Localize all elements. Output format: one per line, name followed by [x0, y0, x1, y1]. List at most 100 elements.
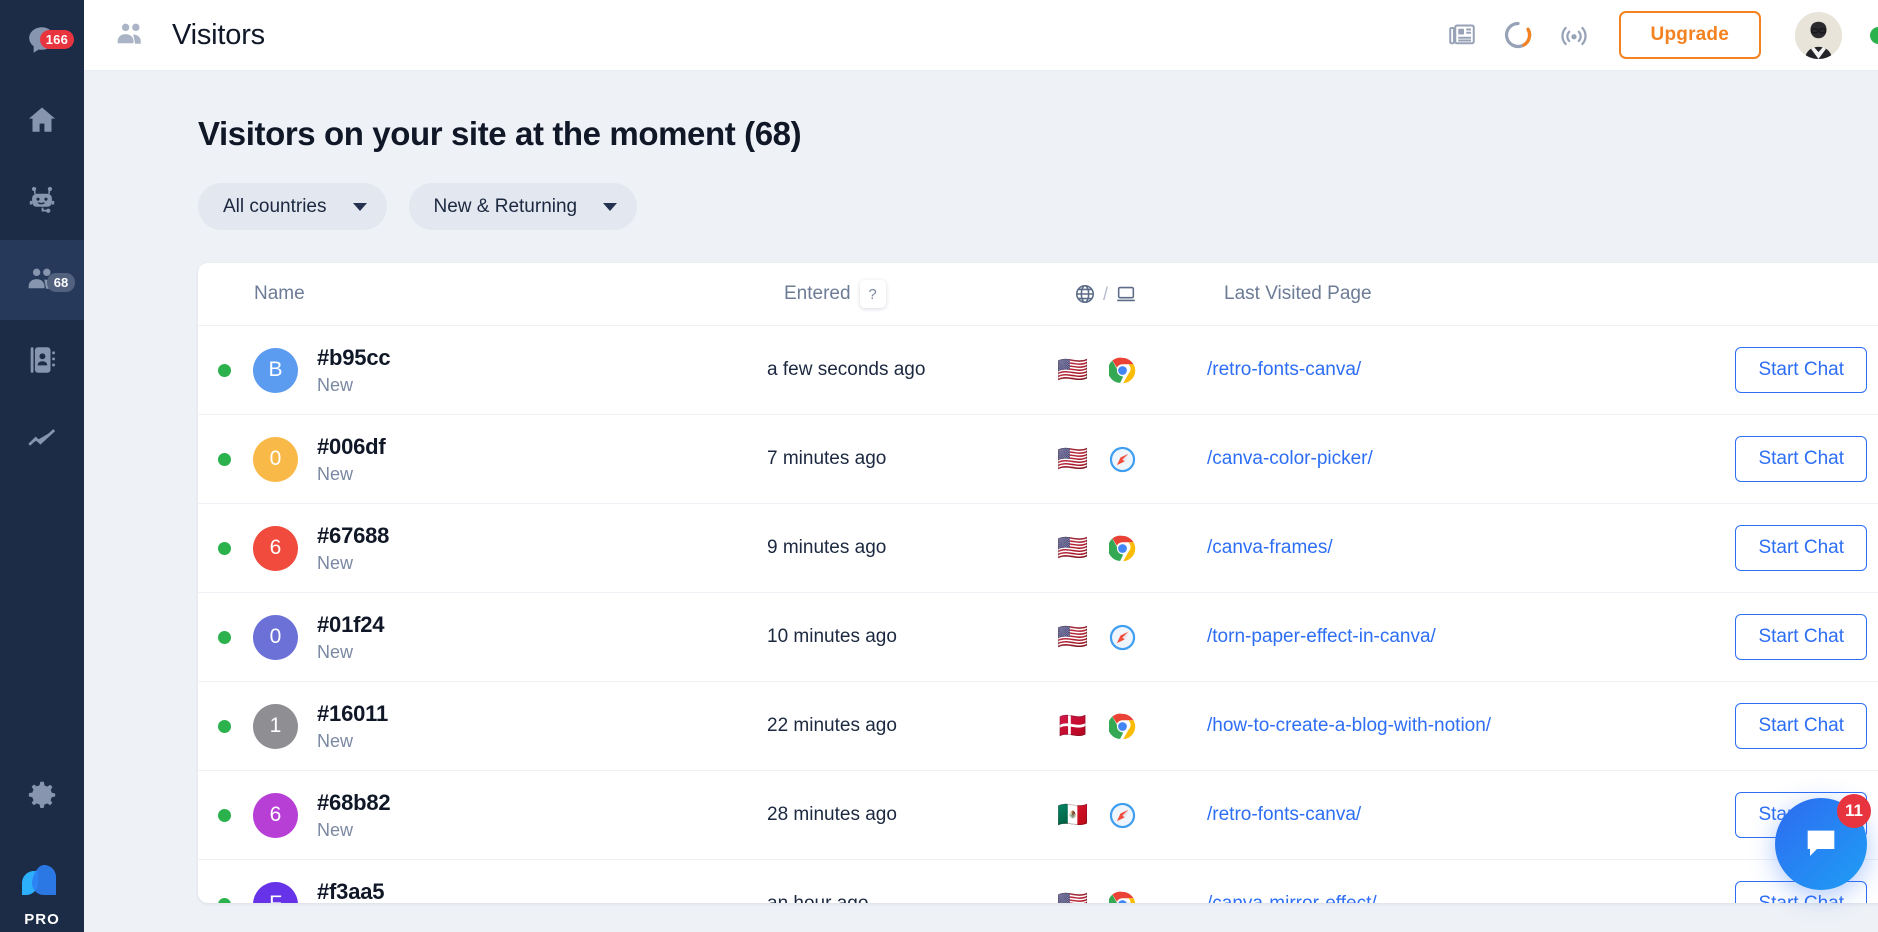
flag-us-icon: 🇺🇸: [1057, 355, 1089, 384]
headline: Visitors on your site at the moment (68): [198, 115, 802, 152]
chat-bubble-icon: [1807, 830, 1835, 856]
start-chat-button[interactable]: Start Chat: [1735, 347, 1867, 393]
visitor-online-dot: [218, 808, 231, 822]
avatar[interactable]: [1795, 11, 1842, 59]
visitor-geo-device: 🇲🇽: [1057, 802, 1207, 829]
visitor-entered: 28 minutes ago: [767, 804, 897, 825]
visitor-type-filter[interactable]: New & Returning: [408, 183, 638, 230]
visitor-entered: a few seconds ago: [767, 359, 926, 380]
visitor-type: New: [317, 819, 354, 840]
flag-us-icon: 🇺🇸: [1057, 533, 1089, 562]
sidebar-item-visitors[interactable]: 68: [0, 240, 84, 320]
safari-icon: [1109, 802, 1136, 828]
visitor-id: #67688: [317, 522, 390, 548]
sidebar: 166 68 PRO: [0, 0, 84, 932]
sidebar-item-chatbot[interactable]: [0, 160, 84, 240]
progress-ring-icon[interactable]: [1503, 20, 1533, 50]
visitor-type: New: [317, 374, 354, 395]
start-chat-button[interactable]: Start Chat: [1735, 614, 1867, 660]
sidebar-badge-chat: 166: [39, 30, 74, 49]
sidebar-item-home[interactable]: [0, 80, 84, 160]
live-signal-icon[interactable]: [1559, 20, 1589, 50]
tidio-logo-icon: [22, 865, 56, 895]
table-row[interactable]: 6 #68b82 New 28 minutes ago 🇲🇽 /retro-fonts-c…: [198, 770, 1878, 859]
chrome-icon: [1109, 713, 1136, 739]
flag-dk-icon: 🇩🇰: [1057, 711, 1089, 740]
contact-book-icon: [30, 347, 55, 373]
avatar-photo-icon: [1795, 11, 1842, 59]
flag-mx-icon: 🇲🇽: [1057, 800, 1089, 829]
country-filter-label: All countries: [223, 195, 327, 217]
safari-icon: [1109, 446, 1136, 472]
visitor-name-cell: #006df New: [317, 434, 767, 485]
safari-icon: [1109, 624, 1136, 650]
table-header: Name Entered ? / Last Visited Page: [198, 263, 1878, 325]
table-row[interactable]: 1 #16011 New 22 minutes ago 🇩🇰 /how-to-create…: [198, 681, 1878, 770]
visitor-last-page-link[interactable]: /how-to-create-a-blog-with-notion/: [1207, 715, 1735, 737]
visitor-name-cell: #01f24 New: [317, 612, 767, 663]
visitor-type: New: [317, 730, 354, 751]
visitor-id: #b95cc: [317, 344, 391, 370]
content: Visitors on your site at the moment (68)…: [84, 71, 1878, 932]
visitor-type: New: [317, 463, 354, 484]
app-root: 166 68 PRO Visitors Upgrade Visitors on …: [0, 0, 1878, 932]
visitors-table-card: Name Entered ? / Last Visited Page B #b9…: [198, 263, 1878, 903]
visitor-id: #f3aa5: [317, 878, 385, 904]
entered-help-icon[interactable]: ?: [859, 280, 886, 308]
chat-widget-badge: 11: [1837, 794, 1871, 828]
upgrade-button[interactable]: Upgrade: [1618, 11, 1761, 59]
main-area: Visitors Upgrade Visitors on your site a…: [84, 0, 1878, 932]
topbar: Visitors Upgrade: [84, 0, 1878, 71]
visitor-online-dot: [218, 897, 231, 903]
chat-widget-button[interactable]: 11: [1775, 794, 1871, 890]
visitor-id: #68b82: [317, 789, 391, 815]
visitor-avatar: 6: [253, 792, 298, 838]
visitor-last-page-link[interactable]: /torn-paper-effect-in-canva/: [1207, 626, 1735, 648]
visitor-entered: 10 minutes ago: [767, 626, 897, 647]
sidebar-bottom: PRO: [0, 755, 84, 932]
visitor-avatar: 0: [253, 614, 298, 660]
visitor-online-dot: [218, 719, 231, 733]
column-header-entered-label: Entered: [784, 283, 851, 304]
visitor-id: #01f24: [317, 611, 385, 637]
sidebar-item-chat[interactable]: 166: [0, 0, 84, 80]
table-row[interactable]: 0 #01f24 New 10 minutes ago 🇺🇸 /torn-paper-ef…: [198, 592, 1878, 681]
robot-icon: [29, 186, 55, 213]
table-row[interactable]: 0 #006df New 7 minutes ago 🇺🇸 /canva-color-pi…: [198, 414, 1878, 503]
monitor-icon: [1117, 286, 1135, 302]
page-title: Visitors: [172, 18, 265, 51]
visitor-type-filter-label: New & Returning: [433, 195, 578, 217]
sidebar-item-contacts[interactable]: [0, 320, 84, 400]
line-chart-icon: [28, 429, 56, 446]
visitor-name-cell: #f3aa5New: [317, 879, 767, 904]
visitor-last-page-link[interactable]: /canva-color-picker/: [1207, 448, 1735, 470]
table-row[interactable]: B #b95cc New a few seconds ago 🇺🇸 /retro-font…: [198, 325, 1878, 414]
visitor-last-page-link[interactable]: /retro-fonts-canva/: [1207, 804, 1735, 826]
flag-us-icon: 🇺🇸: [1057, 891, 1088, 903]
column-header-entered: Entered ?: [784, 280, 1074, 308]
visitor-last-page-link[interactable]: /canva-mirror-effect/: [1207, 893, 1735, 903]
sidebar-item-settings[interactable]: [0, 755, 84, 835]
visitor-avatar: 6: [253, 525, 298, 571]
news-icon[interactable]: [1447, 20, 1477, 50]
visitor-last-page-link[interactable]: /retro-fonts-canva/: [1207, 359, 1735, 381]
chrome-icon: [1109, 891, 1136, 903]
start-chat-button[interactable]: Start Chat: [1735, 436, 1867, 482]
visitor-online-dot: [218, 630, 231, 644]
table-row[interactable]: 6 #67688 New 9 minutes ago 🇺🇸 /canva-frames/S…: [198, 503, 1878, 592]
start-chat-button[interactable]: Start Chat: [1735, 703, 1867, 749]
filters: All countries New & Returning: [84, 153, 1878, 230]
visitor-avatar: B: [253, 347, 298, 393]
chrome-icon: [1109, 357, 1136, 383]
sidebar-item-analytics[interactable]: [0, 400, 84, 480]
chevron-down-icon: [603, 202, 618, 211]
table-row[interactable]: F #f3aa5Newan hour ago🇺🇸 /canva-mirror-eff…: [198, 859, 1878, 903]
visitor-entered: 22 minutes ago: [767, 715, 897, 736]
visitor-name-cell: #b95cc New: [317, 345, 767, 396]
country-filter[interactable]: All countries: [198, 183, 387, 230]
column-header-last-page: Last Visited Page: [1224, 283, 1372, 304]
visitor-last-page-link[interactable]: /canva-frames/: [1207, 537, 1735, 559]
start-chat-button[interactable]: Start Chat: [1735, 525, 1867, 571]
sidebar-logo[interactable]: PRO: [14, 857, 70, 928]
topbar-actions: Upgrade: [1447, 11, 1878, 59]
